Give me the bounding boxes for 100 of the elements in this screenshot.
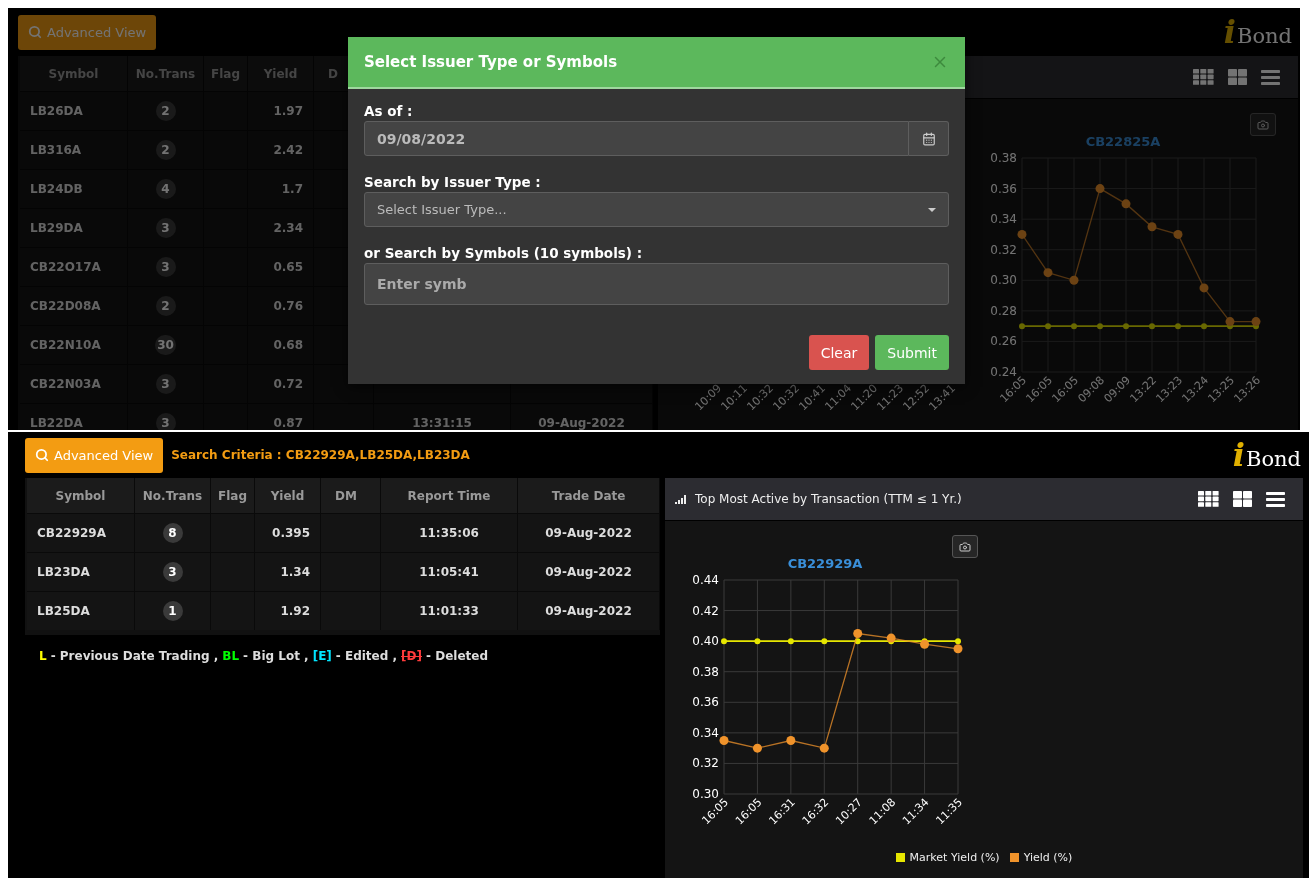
chart-title: CB22929A [786,556,864,573]
grid-icon[interactable] [1198,491,1219,507]
table-cell: 1.92 [255,592,321,630]
table-row[interactable]: LB23DA 3 1.34 11:05:41 09-Aug-2022 [27,552,660,591]
count-badge: 3 [155,374,176,394]
logo-text: iBond [1223,13,1292,51]
issuer-type-select[interactable]: Select Issuer Type... [364,192,949,227]
data-point [1121,199,1131,209]
legend-code: [D] [401,649,422,663]
advanced-view-button[interactable]: Advanced View [25,437,164,473]
axis-label: 0.42 [692,603,719,618]
data-point [1043,268,1053,278]
data-point [1201,323,1207,330]
axis-label: 0.36 [990,181,1017,196]
data-point [1149,323,1155,330]
data-point [1017,229,1027,239]
table-cell: 09-Aug-2022 [518,592,660,630]
legend-label[interactable]: Market Yield (%) [909,851,1000,864]
camera-icon [1257,118,1269,131]
axis-label: 0.26 [990,334,1017,349]
search-criteria-text: Search Criteria : CB22929A,LB25DA,LB23DA [171,448,470,462]
field-label: Search by Issuer Type : [364,174,542,190]
count-badge: 4 [155,179,176,199]
table-row[interactable]: LB25DA 1 1.92 11:01:33 09-Aug-2022 [27,591,660,630]
data-point [1147,222,1157,232]
data-point [1199,283,1209,293]
signal-icon [675,494,687,504]
logo-text: iBond [1232,436,1301,474]
legend-swatch [1009,853,1019,862]
legend-text: - Previous Date Trading , [50,649,219,663]
data-point [1045,323,1051,330]
data-point [1097,323,1103,330]
data-point [719,736,729,745]
calendar-button[interactable] [909,121,949,156]
submit-button[interactable]: Submit [875,335,949,370]
axis-label: 0.40 [692,634,719,649]
legend-swatch [895,853,905,862]
date-field[interactable]: 09/08/2022 [364,121,909,156]
data-point [886,633,896,643]
legend-text: - Edited , [335,649,398,663]
data-point [786,736,796,745]
data-point [853,629,863,638]
menu-icon[interactable] [1266,491,1285,507]
data-point [819,743,829,753]
clear-button[interactable]: Clear [808,335,870,370]
tiles-icon[interactable] [1228,69,1247,85]
table-cell: 11:01:33 [381,592,518,630]
data-point [787,638,794,645]
axis-label: 0.38 [692,664,719,679]
axis-label: 0.34 [990,212,1017,227]
count-badge: 3 [155,218,176,238]
axis-label: 0.38 [990,152,1017,165]
count-badge: 3 [162,562,183,582]
legend-code: [E] [312,649,332,663]
axis-label: 0.30 [692,787,719,801]
data-point [1123,323,1129,330]
legend-code: L [39,649,47,663]
axis-label: 0.34 [692,725,719,740]
symbols-field[interactable]: Enter symb [364,263,949,305]
table-cell: LB25DA [27,592,135,630]
caret-icon [928,207,936,212]
data-point [821,638,828,645]
count-badge: 1 [162,601,183,621]
count-badge: 2 [155,101,176,121]
axis-label: 0.24 [990,365,1017,379]
axis-label: 0.32 [692,756,719,771]
data-point [1071,323,1077,330]
table-row[interactable]: CB22929A 8 0.395 11:35:06 09-Aug-2022 [27,513,660,552]
data-point [1069,275,1079,285]
data-point [1173,229,1183,239]
search-icon [35,448,49,462]
search-icon [28,25,42,39]
data-point [721,638,727,645]
tiles-icon[interactable] [1233,491,1252,507]
axis-label: 0.28 [990,303,1017,318]
axis-label: 0.44 [692,574,719,587]
count-badge: 3 [155,413,176,430]
camera-button[interactable] [952,535,978,558]
data-point [1019,323,1025,330]
legend-text: - Deleted [426,649,488,663]
count-badge: 2 [155,140,176,160]
chart-title: CB22825A [1084,134,1162,151]
calendar-icon [921,131,936,146]
data-point [752,743,762,753]
axis-label: 0.32 [990,242,1017,257]
count-badge: 3 [155,257,176,277]
legend-text: - Big Lot , [243,649,309,663]
panel-title: Top Most Active by Transaction (TTM ≤ 1 Yr.) [695,492,962,506]
count-badge: 8 [162,523,183,543]
field-label: As of : [364,103,414,119]
field-label: or Search by Symbols (10 symbols) : [364,245,644,261]
data-point [1175,323,1181,330]
axis-label: 0.30 [990,273,1017,288]
camera-icon [959,540,971,553]
data-point [920,639,930,649]
legend-label[interactable]: Yield (%) [1023,851,1073,864]
count-badge: 2 [155,296,176,316]
count-badge: 30 [155,335,176,355]
table-row[interactable]: LB22DA 3 0.87 13:31:15 09-Aug-2022 [20,403,653,430]
legend-code: BL [222,649,240,663]
